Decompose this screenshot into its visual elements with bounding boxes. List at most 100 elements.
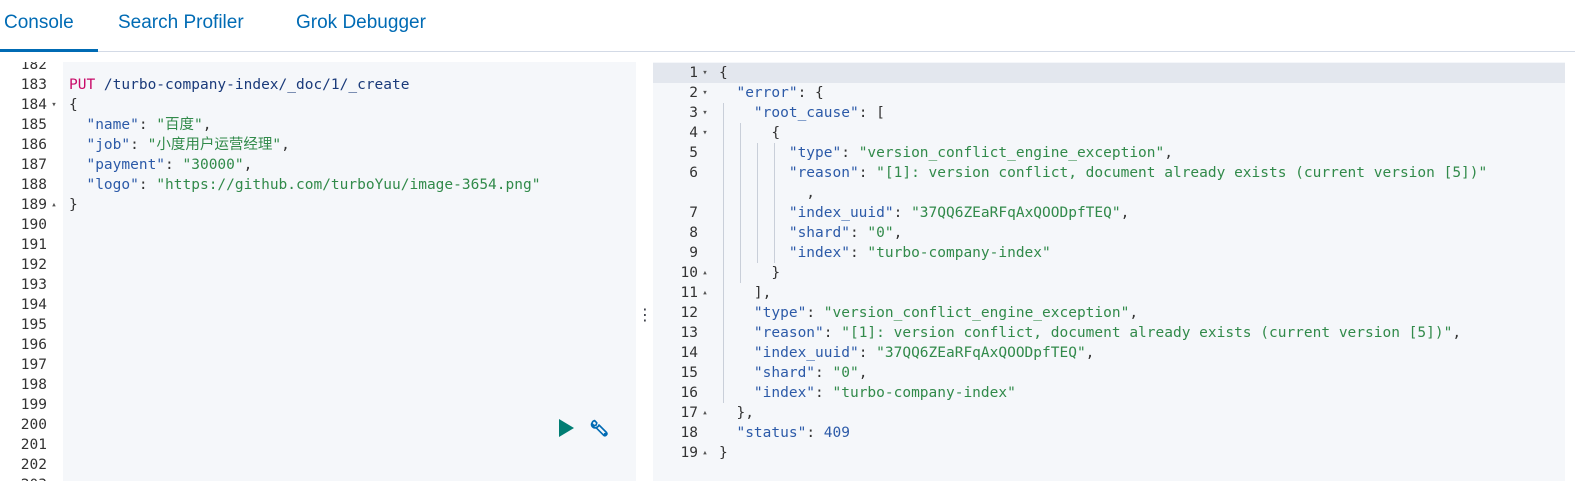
code-token: : xyxy=(849,245,868,261)
code-token: "index_uuid" xyxy=(788,205,894,221)
code-token: , xyxy=(202,117,212,133)
line-number: 13 xyxy=(680,325,698,341)
request-editor[interactable]: 182 183 PUT /turbo-company-index/_doc/1/_c… xyxy=(0,62,636,481)
code-line: 190 xyxy=(0,215,636,235)
line-number: 187 xyxy=(20,157,47,173)
code-text: } xyxy=(719,443,728,463)
code-token: "turbo-company-index" xyxy=(867,245,1051,261)
vertical-ellipsis-icon: ⋮ xyxy=(637,305,653,324)
code-token: "payment" xyxy=(86,157,166,173)
code-line: 6 "reason": "[1]: version conflict, docu… xyxy=(653,163,1565,183)
code-token: : xyxy=(815,385,833,401)
code-line: 196 xyxy=(0,335,636,355)
code-token: "turbo-company-index" xyxy=(832,385,1016,401)
code-line: 4 ▾ { xyxy=(653,123,1565,143)
code-text: "index_uuid": "37QQ6ZEaRFqAxQOODpfTEQ", xyxy=(719,343,1094,363)
code-line: 193 xyxy=(0,275,636,295)
code-token: : xyxy=(130,137,148,153)
code-line: 16 "index": "turbo-company-index" xyxy=(653,383,1565,403)
code-text: "status": 409 xyxy=(719,423,850,443)
code-token: { xyxy=(719,65,728,81)
code-token: "index" xyxy=(788,245,850,261)
code-token: , xyxy=(719,185,816,201)
line-number: 196 xyxy=(20,337,47,353)
fold-open-icon[interactable]: ▾ xyxy=(700,123,710,143)
console-tabs: Console Search Profiler Grok Debugger xyxy=(0,0,1575,52)
line-number: 201 xyxy=(20,437,47,453)
code-line: 203 xyxy=(0,475,636,481)
code-line: 185 "name": "百度", xyxy=(0,115,636,135)
code-line: 7 "index_uuid": "37QQ6ZEaRFqAxQOODpfTEQ"… xyxy=(653,203,1565,223)
code-line: 3 ▾ "root_cause": [ xyxy=(653,103,1565,123)
code-token: }, xyxy=(719,405,754,421)
fold-open-icon[interactable]: ▾ xyxy=(700,63,710,83)
line-number: 193 xyxy=(20,277,47,293)
code-token: , xyxy=(281,137,290,153)
code-token: } xyxy=(719,445,728,461)
code-line: 12 "type": "version_conflict_engine_exce… xyxy=(653,303,1565,323)
code-token: "reason" xyxy=(753,325,824,341)
tab-search-profiler[interactable]: Search Profiler xyxy=(118,0,244,52)
fold-close-icon[interactable]: ▴ xyxy=(700,443,710,463)
line-number: 190 xyxy=(20,217,47,233)
line-number: 188 xyxy=(20,177,47,193)
tab-grok-debugger[interactable]: Grok Debugger xyxy=(296,0,426,52)
fold-open-icon[interactable]: ▾ xyxy=(700,103,710,123)
code-line: 14 "index_uuid": "37QQ6ZEaRFqAxQOODpfTEQ… xyxy=(653,343,1565,363)
fold-close-icon[interactable]: ▴ xyxy=(700,403,710,423)
code-text: "reason": "[1]: version conflict, docume… xyxy=(719,163,1487,183)
run-request-button[interactable] xyxy=(557,418,575,438)
code-line: 1 ▾ { xyxy=(653,63,1565,83)
code-text: } xyxy=(719,263,780,283)
code-text: }, xyxy=(719,403,754,423)
code-token: "version_conflict_engine_exception" xyxy=(858,145,1165,161)
code-line: 186 "job": "小度用户运营经理", xyxy=(0,135,636,155)
response-viewer[interactable]: 1 ▾{2 ▾ "error": {3 ▾ "root_cause": [4 ▾ {5 … xyxy=(653,62,1565,481)
fold-close-icon[interactable]: ▴ xyxy=(700,263,710,283)
line-number: 12 xyxy=(680,305,698,321)
fold-open-icon[interactable]: ▾ xyxy=(700,83,710,103)
code-token: "root_cause" xyxy=(753,105,859,121)
fold-close-icon[interactable]: ▴ xyxy=(700,283,710,303)
code-token: "type" xyxy=(788,145,842,161)
code-token: , xyxy=(858,365,868,381)
code-text: "index": "turbo-company-index" xyxy=(719,383,1016,403)
code-line: 194 xyxy=(0,295,636,315)
code-token: "0" xyxy=(832,365,859,381)
fold-close-icon[interactable]: ▴ xyxy=(49,195,59,215)
request-settings-button[interactable] xyxy=(588,417,612,441)
code-text: { xyxy=(719,63,728,83)
code-token: "百度" xyxy=(156,117,203,133)
code-token: } xyxy=(69,197,78,213)
code-token: , xyxy=(243,157,253,173)
code-line: 191 xyxy=(0,235,636,255)
code-line: 192 xyxy=(0,255,636,275)
code-line: 187 "payment": "30000", xyxy=(0,155,636,175)
fold-open-icon[interactable]: ▾ xyxy=(49,95,59,115)
line-number: 198 xyxy=(20,377,47,393)
code-line: 195 xyxy=(0,315,636,335)
code-text: { xyxy=(719,123,780,143)
code-token: : xyxy=(841,145,859,161)
code-token: , xyxy=(893,225,903,241)
code-token: "shard" xyxy=(788,225,850,241)
code-line: , xyxy=(653,183,1565,203)
code-text: "logo": "https://github.com/turboYuu/ima… xyxy=(69,175,540,195)
line-number: 19 xyxy=(680,445,698,461)
code-token: "logo" xyxy=(86,177,139,193)
pane-resizer[interactable]: ⋮ xyxy=(637,300,653,330)
code-line: 183 PUT /turbo-company-index/_doc/1/_crea… xyxy=(0,75,636,95)
code-token: : xyxy=(849,225,868,241)
code-text: } xyxy=(69,195,78,215)
line-number: 5 xyxy=(689,145,698,161)
code-token: "https://github.com/turboYuu/image-3654.… xyxy=(156,177,541,193)
tab-console[interactable]: Console xyxy=(0,0,98,52)
code-line: 188 "logo": "https://github.com/turboYuu… xyxy=(0,175,636,195)
code-line: 201 xyxy=(0,435,636,455)
line-number: 15 xyxy=(680,365,698,381)
code-text: "job": "小度用户运营经理", xyxy=(69,135,290,155)
